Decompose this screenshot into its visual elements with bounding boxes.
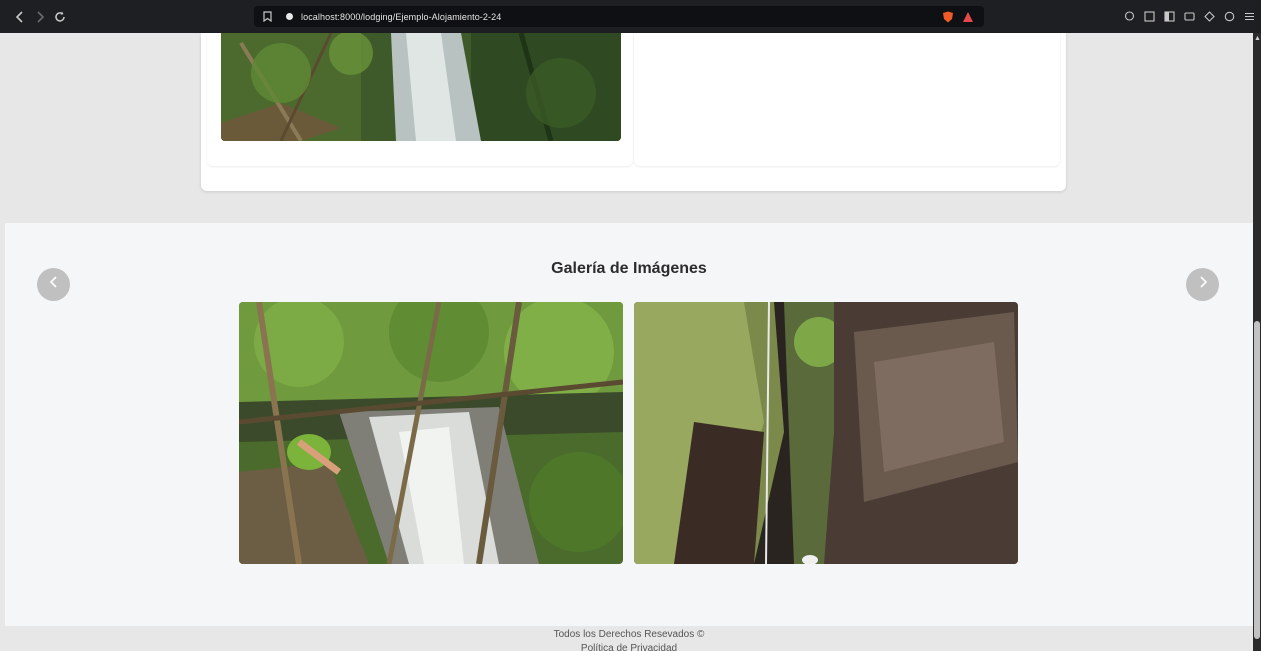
gallery-image-canyon[interactable] [634, 302, 1018, 564]
chevron-left-icon [48, 275, 60, 294]
sidebar-icon[interactable] [1163, 11, 1175, 23]
page-scrollbar[interactable]: ▲ [1253, 33, 1261, 651]
waterfall-photo[interactable] [221, 33, 621, 141]
scroll-up-icon[interactable]: ▲ [1254, 35, 1261, 42]
bookmark-icon[interactable] [260, 10, 274, 24]
menu-icon[interactable] [1243, 11, 1255, 23]
property-card-details [634, 33, 1060, 166]
gallery-title: Galería de Imágenes [551, 260, 707, 277]
browser-right-icons [1123, 0, 1255, 33]
property-section [5, 33, 1253, 223]
chat-icon[interactable] [1123, 11, 1135, 23]
wallet-icon[interactable] [1183, 11, 1195, 23]
carousel-next-button[interactable] [1186, 268, 1219, 301]
footer-privacy-link[interactable]: Política de Privacidad [5, 643, 1253, 651]
leo-icon[interactable] [1203, 11, 1215, 23]
back-icon[interactable] [12, 9, 28, 25]
vpn-icon[interactable] [1223, 11, 1235, 23]
url-text[interactable]: localhost:8000/lodging/Ejemplo-Alojamien… [301, 12, 501, 22]
scrollbar-thumb[interactable] [1254, 321, 1260, 639]
image-gallery: Galería de Imágenes [5, 223, 1253, 626]
property-card-photo [207, 33, 633, 166]
reload-icon[interactable] [52, 9, 68, 25]
site-footer: Todos los Derechos Resevados © Política … [5, 626, 1253, 651]
address-bar[interactable]: localhost:8000/lodging/Ejemplo-Alojamien… [254, 6, 984, 27]
carousel-prev-button[interactable] [37, 268, 70, 301]
chevron-right-icon [1197, 275, 1209, 294]
rewards-icon[interactable] [962, 10, 974, 22]
site-info-icon[interactable] [286, 13, 293, 20]
brave-shield-icon[interactable] [942, 10, 954, 23]
forward-icon[interactable] [32, 9, 48, 25]
browser-toolbar: localhost:8000/lodging/Ejemplo-Alojamien… [0, 0, 1261, 33]
reader-icon[interactable] [1143, 11, 1155, 23]
gallery-image-waterfall[interactable] [239, 302, 623, 564]
property-card-container [201, 33, 1066, 191]
browser-nav-group [12, 0, 72, 33]
footer-copyright: Todos los Derechos Resevados © [553, 629, 705, 640]
